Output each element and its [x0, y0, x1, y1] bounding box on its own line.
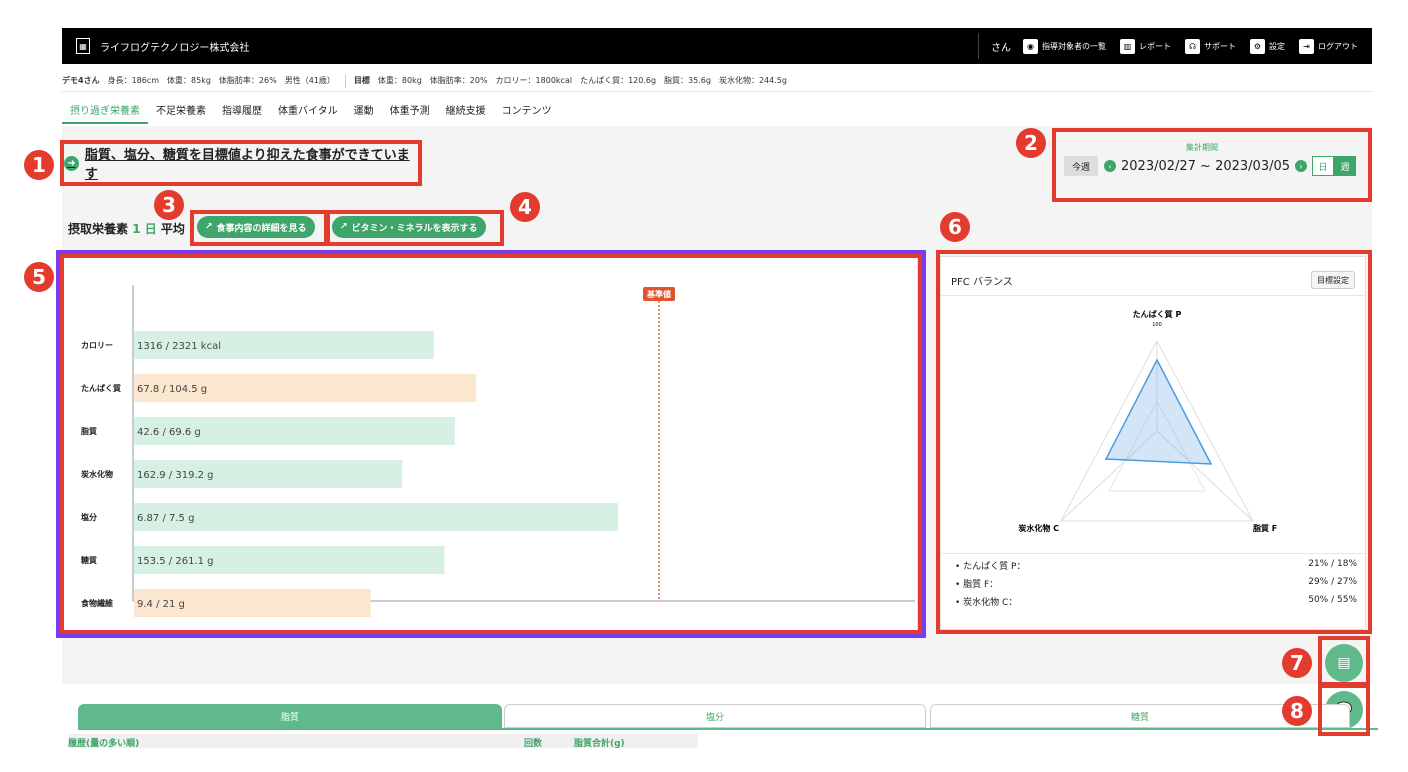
intake-prefix: 摂取栄養素: [68, 222, 129, 236]
nav-label: サポート: [1204, 41, 1236, 51]
headset-icon: ☊: [1185, 38, 1200, 54]
user-name: さん: [991, 42, 1011, 54]
company-name: ライフログテクノロジー株式会社: [100, 42, 250, 54]
main-tabs: 摂り過ぎ栄養素 不足栄養素 指導履歴 体重バイタル 運動 体重予測 継続支援 コ…: [62, 96, 1372, 124]
target-values: 体重：80kg 体脂肪率：20% カロリー：1800kcal たんぱく質：120…: [377, 76, 787, 85]
user-display-name: デモ4さん: [62, 76, 100, 85]
divider: [978, 33, 979, 59]
annotation-number-5: 5: [24, 262, 54, 292]
annotation-number-4: 4: [510, 192, 540, 222]
tab-excess-nutrients[interactable]: 摂り過ぎ栄養素: [62, 96, 148, 124]
tab-deficient-nutrients[interactable]: 不足栄養素: [148, 96, 214, 124]
annotation-number-8: 8: [1282, 696, 1312, 726]
annotation-box-2: [1052, 128, 1372, 202]
annotation-box-3: [190, 210, 328, 246]
nav-report[interactable]: ▥ レポート: [1120, 38, 1171, 54]
logout-icon: ⇥: [1299, 38, 1314, 54]
col-count: 回数: [524, 739, 543, 749]
user-profile: 身長：186cm 体重：85kg 体脂肪率：26% 男性（41歳）: [107, 76, 335, 85]
annotation-number-3: 3: [154, 190, 184, 220]
annotation-number-6: 6: [940, 212, 970, 242]
nav-logout[interactable]: ⇥ ログアウト: [1299, 38, 1358, 54]
building-icon: ▦: [76, 38, 90, 54]
gear-icon: ⚙: [1250, 38, 1265, 54]
history-header: 履歴(量の多い順) 回数 脂質合計(g): [68, 734, 698, 749]
user-circle-icon: ◉: [1023, 38, 1038, 54]
nav-support[interactable]: ☊ サポート: [1185, 38, 1236, 54]
tab-salt[interactable]: 塩分: [504, 704, 926, 728]
app-root: ▦ ライフログテクノロジー株式会社 さん ◉ 指導対象者の一覧 ▥ レポート ☊ サポ…: [0, 0, 1408, 772]
nav-label: 設定: [1269, 41, 1285, 51]
tab-weight-forecast[interactable]: 体重予測: [382, 96, 438, 124]
annotation-box-4: [326, 210, 504, 246]
tab-fat[interactable]: 脂質: [78, 704, 502, 728]
nav-label: 指導対象者の一覧: [1042, 41, 1106, 51]
nav-label: レポート: [1139, 41, 1171, 51]
tab-exercise[interactable]: 運動: [346, 96, 382, 124]
divider: [344, 73, 346, 88]
top-bar: ▦ ライフログテクノロジー株式会社 さん ◉ 指導対象者の一覧 ▥ レポート ☊ サポ…: [62, 28, 1372, 64]
annotation-box-7: [1318, 636, 1370, 686]
nutrient-detail-tabs: 脂質 塩分 糖質: [78, 704, 1378, 730]
nav-trainee-list[interactable]: ◉ 指導対象者の一覧: [1023, 38, 1106, 54]
annotation-number-7: 7: [1282, 648, 1312, 678]
annotation-box-5: [60, 254, 922, 634]
tab-guidance-history[interactable]: 指導履歴: [214, 96, 270, 124]
tab-underline: [78, 728, 1378, 730]
tab-continuous-support[interactable]: 継続支援: [438, 96, 494, 124]
annotation-number-1: 1: [24, 150, 54, 180]
tab-weight-vitals[interactable]: 体重バイタル: [270, 96, 346, 124]
intake-suffix: 平均: [160, 222, 185, 236]
history-label: 履歴(量の多い順): [68, 739, 140, 749]
annotation-box-8: [1318, 684, 1370, 736]
nav-settings[interactable]: ⚙ 設定: [1250, 38, 1285, 54]
tab-contents[interactable]: コンテンツ: [494, 96, 560, 124]
col-total: 脂質合計(g): [574, 739, 625, 749]
annotation-number-2: 2: [1016, 128, 1046, 158]
nav-label: ログアウト: [1318, 41, 1358, 51]
intake-heading: 摂取栄養素 1 日 平均: [68, 220, 185, 237]
annotation-box-6: [936, 250, 1372, 634]
annotation-box-1: [60, 140, 422, 186]
intake-unit: 1 日: [132, 222, 157, 236]
report-chart-icon: ▥: [1120, 38, 1135, 54]
user-info-bar: デモ4さん 身長：186cm 体重：85kg 体脂肪率：26% 男性（41歳） …: [62, 70, 1372, 92]
target-label: 目標: [353, 76, 370, 85]
